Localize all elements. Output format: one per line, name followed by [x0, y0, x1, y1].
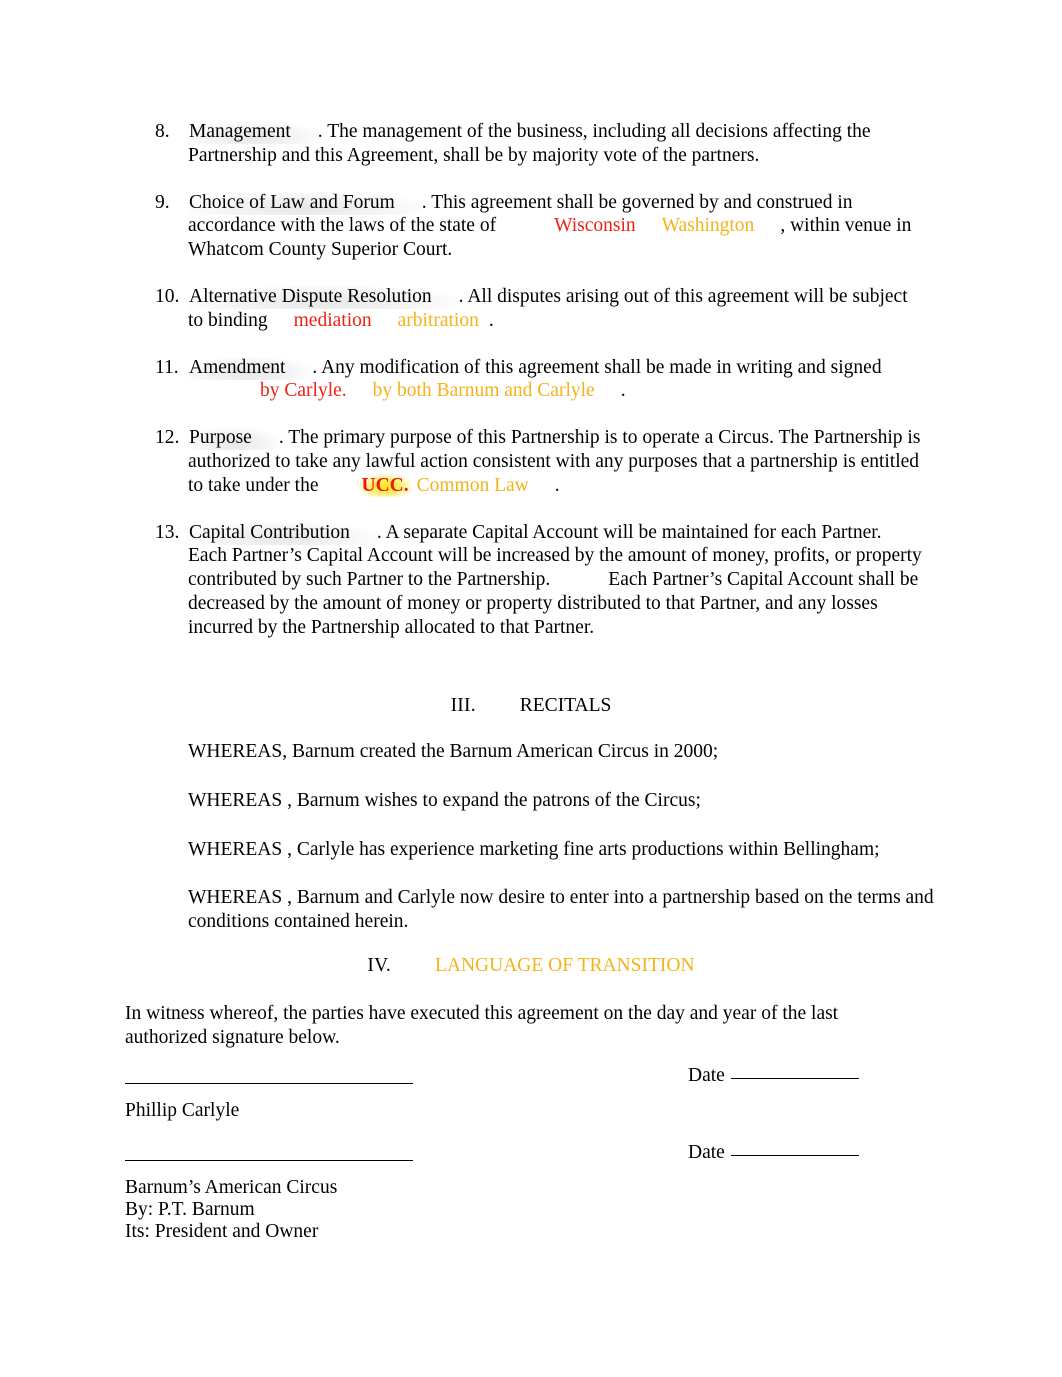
whereas-clause: WHEREAS, Barnum created the Barnum Ameri… — [188, 741, 719, 762]
section-heading-recitals: III. RECITALS — [0, 694, 1062, 718]
section-numeral: IV. — [367, 955, 391, 976]
whereas-clause: WHEREAS , Barnum wishes to expand the pa… — [188, 789, 701, 811]
clause-item-12: 12. Purpose. The primary purpose of this… — [125, 426, 925, 497]
signature-row-carlyle: Date — [125, 1062, 935, 1101]
clause-item-10: 10. Alternative Dispute Resolution. All … — [125, 285, 925, 333]
clause-heading: Purpose — [188, 427, 279, 451]
clause-list: 8. Management. The management of the bus… — [125, 120, 925, 640]
section-title: LANGUAGE OF TRANSITION — [434, 955, 695, 976]
clause-number: 8. — [155, 121, 170, 142]
recitals-body: WHEREAS, Barnum created the Barnum Ameri… — [188, 740, 948, 934]
signatory-line: Barnum’s American Circus — [125, 1177, 338, 1198]
clause-item-11: 11. Amendment. Any modification of this … — [125, 356, 925, 404]
whereas-clause: WHEREAS , Barnum and Carlyle now desire … — [188, 887, 934, 933]
signature-line[interactable] — [125, 1160, 413, 1161]
deleted-text: Wisconsin — [554, 215, 636, 237]
deleted-text: mediation — [293, 309, 372, 331]
signatory-line: Its: President and Owner — [125, 1221, 319, 1242]
clause-heading: Choice of Law and Forum — [188, 191, 422, 215]
document-page: 8. Management. The management of the bus… — [0, 0, 1062, 1377]
clause-body: Purpose. The primary purpose of this Par… — [188, 426, 925, 497]
deleted-text-highlighted: UCC. — [358, 473, 412, 497]
date-field-carlyle: Date — [688, 1064, 859, 1088]
clause-heading: Management — [188, 121, 318, 144]
clause-number: 9. — [155, 191, 170, 213]
date-field-barnum: Date — [688, 1141, 859, 1165]
clause-body: Choice of Law and Forum. This agreement … — [188, 191, 925, 262]
signatory-line: Phillip Carlyle — [125, 1100, 240, 1121]
section-numeral: III. — [450, 695, 476, 716]
clause-number: 12. — [155, 427, 180, 449]
inserted-text: arbitration — [397, 309, 479, 331]
section-heading-transition: IV. LANGUAGE OF TRANSITION — [0, 954, 1062, 978]
signature-row-barnum: Date — [125, 1139, 935, 1178]
date-line[interactable] — [730, 1078, 859, 1079]
inserted-text: by both Barnum and Carlyle — [372, 380, 595, 402]
signatory-line: By: P.T. Barnum — [125, 1199, 255, 1220]
clause-heading: Alternative Dispute Resolution — [188, 285, 459, 309]
clause-text: . Any modification of this agreement sha… — [312, 356, 882, 378]
clause-heading: Amendment — [188, 356, 313, 380]
date-label: Date — [688, 1065, 725, 1086]
date-label: Date — [688, 1142, 725, 1163]
section-title: RECITALS — [519, 695, 612, 716]
clause-item-13: 13. Capital Contribution. A separate Cap… — [125, 521, 925, 640]
signatory-name-carlyle: Phillip Carlyle — [125, 1100, 239, 1122]
clause-item-8: 8. Management. The management of the bus… — [125, 120, 925, 168]
clause-body: Alternative Dispute Resolution. All disp… — [188, 285, 925, 333]
inserted-text: Washington — [661, 215, 755, 237]
inserted-text: Common Law — [416, 474, 529, 496]
clause-number: 13. — [155, 521, 180, 543]
date-line[interactable] — [730, 1155, 859, 1156]
clause-body: Amendment. Any modification of this agre… — [188, 356, 925, 404]
clause-number: 10. — [155, 285, 180, 307]
witness-statement: In witness whereof, the parties have exe… — [125, 1003, 839, 1048]
deleted-text: by Carlyle. — [260, 380, 347, 402]
clause-text-cont: . — [554, 474, 560, 496]
signatory-name-barnum: Barnum’s American Circus By: P.T. Barnum… — [125, 1177, 337, 1243]
signature-area: Date Phillip Carlyle Date Barnum’s Ameri… — [125, 1062, 935, 1242]
clause-body: Capital Contribution. A separate Capital… — [188, 521, 925, 640]
clause-heading: Capital Contribution — [188, 521, 377, 545]
clause-text-cont: . — [620, 380, 626, 402]
clause-number: 11. — [155, 356, 179, 378]
signature-line[interactable] — [125, 1083, 413, 1084]
clause-item-9: 9. Choice of Law and Forum. This agreeme… — [125, 191, 925, 262]
whereas-clause: WHEREAS , Carlyle has experience marketi… — [188, 838, 880, 860]
clause-text-cont: . — [488, 309, 494, 331]
clause-body: Management. The management of the busine… — [188, 120, 925, 168]
